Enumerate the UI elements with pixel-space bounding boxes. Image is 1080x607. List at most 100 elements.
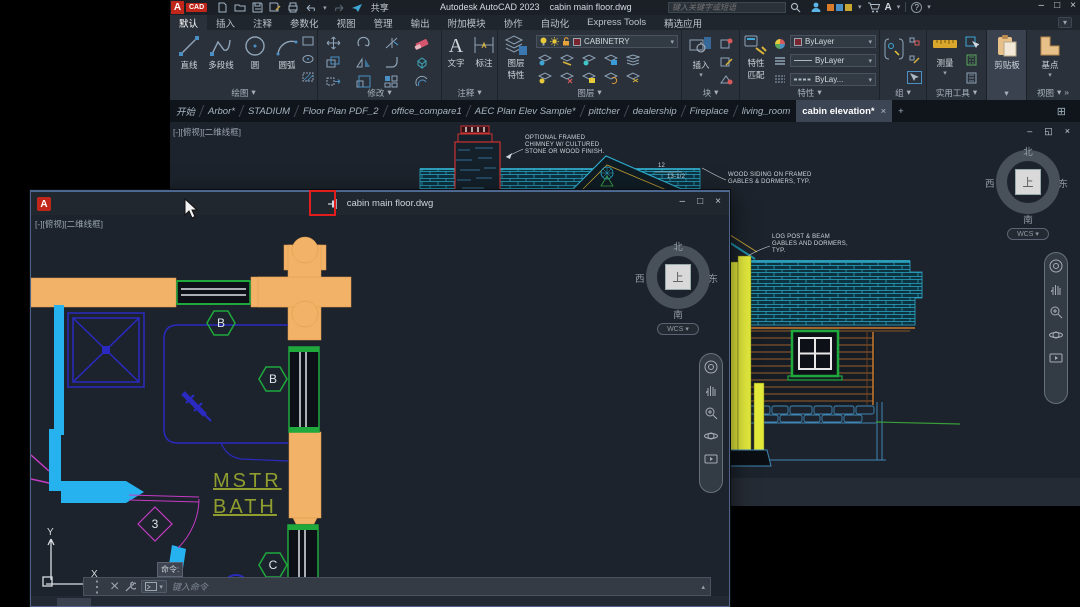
layer-properties-tool[interactable]: 图层 特性: [500, 34, 532, 81]
float-zoom-icon[interactable]: [704, 406, 718, 420]
command-scroll-up-icon[interactable]: ▴: [701, 583, 705, 591]
doc-minimize-icon[interactable]: –: [1027, 126, 1032, 137]
panel-layers-label[interactable]: 图层▾: [498, 87, 681, 99]
float-viewport-floorplan[interactable]: B B C 3 MSTR BATH Y X [-][俯视][二维线框]: [31, 215, 729, 606]
doc-tab-floorplan[interactable]: Floor Plan PDF_2: [297, 100, 385, 122]
lineweight-dropdown[interactable]: ByLay... ▾: [790, 73, 876, 86]
doc-close-icon[interactable]: ×: [1065, 126, 1070, 137]
ellipse-tool-icon[interactable]: [302, 54, 314, 64]
viewcube-west[interactable]: 西: [985, 176, 995, 190]
group-select-icon[interactable]: [908, 72, 921, 83]
panel-draw-label[interactable]: 绘图▾: [170, 87, 317, 99]
tab-overview-icon[interactable]: ⊞: [1057, 105, 1066, 118]
panel-clipboard-label[interactable]: ▾: [987, 88, 1026, 99]
doc-tab-pittcher[interactable]: pittcher: [583, 100, 626, 122]
polyline-tool[interactable]: 多段线: [204, 34, 238, 71]
move-tool-icon[interactable]: [326, 36, 341, 50]
float-pan-hand-icon[interactable]: [704, 383, 718, 397]
layer-tools-row1[interactable]: [538, 54, 640, 66]
minimize-button[interactable]: –: [1039, 0, 1045, 11]
undo-caret-icon[interactable]: ▾: [323, 4, 327, 12]
navigation-bar[interactable]: [1044, 252, 1068, 404]
doc-tab-dealership[interactable]: dealership: [627, 100, 683, 122]
doc-tab-arbor[interactable]: Arbor*: [202, 100, 241, 122]
help-icon[interactable]: ?: [911, 2, 922, 13]
float-viewcube-north[interactable]: 北: [673, 239, 683, 253]
ungroup-icon[interactable]: [908, 36, 921, 47]
tab-close-icon[interactable]: ×: [881, 106, 887, 117]
panel-modify-label[interactable]: 修改▾: [318, 87, 441, 99]
base-point-tool[interactable]: 基点 ▾: [1033, 34, 1067, 79]
ribbon-tab-express[interactable]: Express Tools: [578, 15, 655, 30]
a-caret-icon[interactable]: ▾: [897, 3, 901, 11]
measure-tool[interactable]: 测量 ▾: [928, 34, 962, 77]
arc-tool[interactable]: 圆弧: [270, 34, 304, 71]
maximize-button[interactable]: □: [1054, 0, 1060, 11]
orbit-icon[interactable]: [1049, 328, 1063, 342]
command-line[interactable]: ⋮ × ▾ 键入命令 ▴: [83, 577, 711, 596]
float-wcs-dropdown[interactable]: WCS▾: [657, 323, 699, 335]
panel-block-label[interactable]: 块▾: [682, 87, 739, 99]
layer-color-swatch[interactable]: [573, 38, 581, 46]
block-attributes-icon[interactable]: [720, 74, 733, 85]
float-nav-wheel-icon[interactable]: [704, 360, 718, 374]
float-show-motion-icon[interactable]: [704, 452, 718, 466]
wcs-dropdown[interactable]: WCS▾: [1007, 228, 1049, 240]
ribbon-tab-featured[interactable]: 精选应用: [655, 15, 711, 30]
copy-tool-icon[interactable]: [326, 56, 341, 69]
float-viewcube-west[interactable]: 西: [635, 271, 645, 285]
search-input[interactable]: [668, 2, 786, 13]
ribbon-tab-insert[interactable]: 插入: [207, 15, 244, 30]
command-wrench-icon[interactable]: [124, 581, 136, 593]
doc-tab-stadium[interactable]: STADIUM: [242, 100, 296, 122]
plot-printer-icon[interactable]: [287, 2, 299, 13]
ribbon-tab-addins[interactable]: 附加模块: [439, 15, 495, 30]
explode-tool-icon[interactable]: [414, 56, 429, 69]
fillet-tool-icon[interactable]: [384, 56, 399, 69]
autodesk-a-icon[interactable]: A: [885, 2, 892, 13]
layer-unlock-icon[interactable]: [562, 37, 570, 46]
doc-tab-fireplace[interactable]: Fireplace: [684, 100, 735, 122]
show-motion-icon[interactable]: [1049, 351, 1063, 365]
ribbon-display-toggle[interactable]: ▾: [1058, 17, 1072, 28]
float-viewport-label[interactable]: [-][俯视][二维线框]: [35, 218, 103, 230]
group-edit-icon[interactable]: [908, 54, 921, 65]
float-minimize-button[interactable]: –: [680, 196, 686, 207]
close-button[interactable]: ×: [1070, 0, 1076, 11]
ribbon-tab-automate[interactable]: 自动化: [532, 15, 579, 30]
float-title-bar[interactable]: A cabin main floor.dwg – □ ×: [31, 191, 729, 215]
mirror-tool-icon[interactable]: [356, 56, 371, 69]
save-icon[interactable]: [252, 2, 263, 13]
doc-tab-livingroom[interactable]: living_room: [736, 100, 797, 122]
search-icon[interactable]: [790, 2, 801, 13]
panel-group-label[interactable]: 组▾: [880, 87, 926, 99]
panel-annotation-label[interactable]: 注释▾: [442, 87, 497, 99]
layout-tab-strip[interactable]: [31, 596, 729, 606]
rotate-tool-icon[interactable]: [356, 36, 371, 50]
clipboard-paste-tool[interactable]: 剪贴板: [990, 34, 1024, 71]
layer-dropdown[interactable]: CABINETRY ▾: [536, 35, 678, 48]
panel-utilities-label[interactable]: 实用工具▾: [927, 87, 986, 99]
edit-block-icon[interactable]: [720, 56, 733, 67]
ribbon-tab-annotate[interactable]: 注释: [244, 15, 281, 30]
ribbon-tab-output[interactable]: 输出: [402, 15, 439, 30]
viewcube[interactable]: 北 南 西 东 上 WCS▾: [985, 142, 1071, 242]
quick-select-icon[interactable]: [965, 36, 979, 48]
viewcube-south[interactable]: 南: [1023, 212, 1033, 226]
panel-properties-label[interactable]: 特性▾: [740, 87, 879, 99]
new-file-icon[interactable]: [217, 2, 228, 13]
create-block-icon[interactable]: [720, 38, 733, 49]
float-orbit-icon[interactable]: [704, 429, 718, 443]
cart-icon[interactable]: [867, 2, 880, 13]
float-viewcube-south[interactable]: 南: [673, 307, 683, 321]
doc-tab-cabin-elevation[interactable]: cabin elevation* ×: [796, 100, 892, 122]
autocad-logo-icon[interactable]: A: [171, 1, 184, 14]
erase-tool-icon[interactable]: [414, 36, 430, 50]
quick-calc-icon[interactable]: [965, 54, 979, 66]
open-folder-icon[interactable]: [234, 2, 246, 13]
float-viewcube-top-face[interactable]: 上: [665, 264, 691, 290]
share-plane-icon[interactable]: [351, 2, 363, 13]
doc-restore-icon[interactable]: ◱: [1044, 126, 1053, 137]
layer-on-bulb-icon[interactable]: [540, 37, 547, 46]
share-label[interactable]: 共享: [371, 1, 389, 14]
